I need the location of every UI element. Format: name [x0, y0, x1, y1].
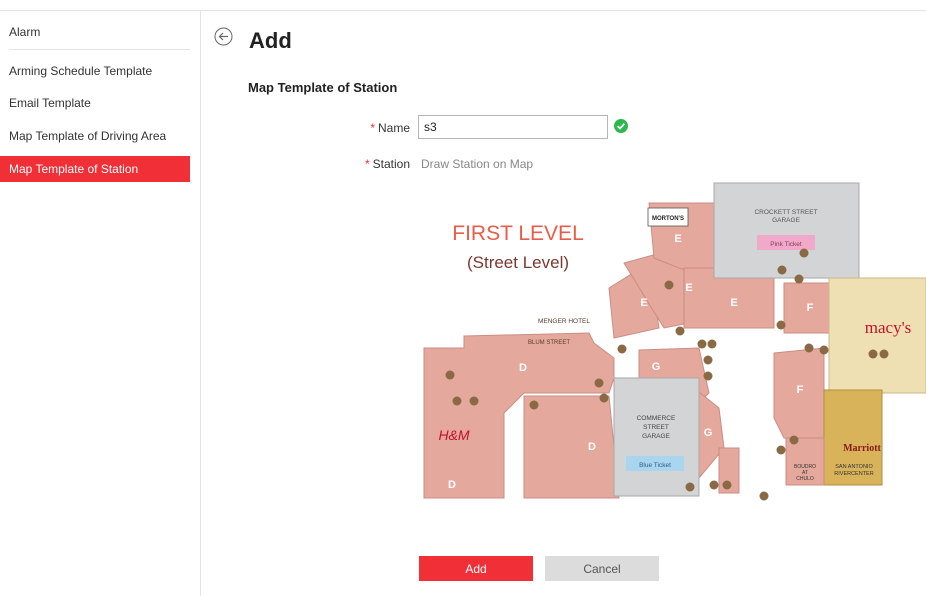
name-label: * Name: [360, 121, 410, 135]
sidebar-item-map-template-driving-area[interactable]: Map Template of Driving Area: [0, 123, 190, 149]
amenity-marker-12: [529, 400, 539, 410]
section-title: Map Template of Station: [248, 80, 398, 95]
add-button[interactable]: Add: [419, 556, 533, 581]
back-arrow-icon[interactable]: [214, 27, 233, 46]
amenity-marker-7: [617, 344, 627, 354]
sidebar-item-arming-schedule-template[interactable]: Arming Schedule Template: [0, 58, 190, 84]
map-blue-ticket: Blue Ticket: [639, 462, 671, 469]
amenity-marker-14: [469, 396, 479, 406]
zone-d-west: D: [448, 479, 456, 491]
map-mortons-label: MORTON'S: [652, 216, 684, 222]
map-pink-ticket: Pink Ticket: [770, 241, 802, 248]
page-title: Add: [249, 28, 292, 53]
crockett-garage: [713, 182, 860, 279]
sidebar-item-map-template-station[interactable]: Map Template of Station: [0, 156, 190, 182]
amenity-marker-5: [697, 339, 707, 349]
amenity-marker-1: [777, 265, 787, 275]
sidebar-item-email-template[interactable]: Email Template: [0, 90, 190, 116]
map-street-level-label: (Street Level): [467, 253, 569, 272]
zone-e-north: E: [674, 233, 681, 245]
map-commerce-line3: GARAGE: [642, 433, 670, 440]
zone-g-east: G: [704, 427, 713, 439]
map-boudro-line3: CHULO: [796, 476, 814, 482]
map-marriott-label: Marriott: [843, 443, 881, 454]
map-commerce-line1: COMMERCE: [637, 415, 676, 422]
map-menger-label: MENGER HOTEL: [538, 318, 590, 325]
amenity-marker-19: [868, 349, 878, 359]
check-valid-icon: [614, 119, 628, 133]
amenity-marker-11: [599, 393, 609, 403]
amenity-marker-16: [804, 343, 814, 353]
amenity-marker-15: [445, 370, 455, 380]
required-mark: *: [364, 157, 370, 171]
amenity-marker-27: [799, 248, 809, 258]
map-first-level-label: FIRST LEVEL: [452, 222, 584, 245]
amenity-marker-22: [789, 435, 799, 445]
amenity-marker-17: [819, 345, 829, 355]
zone-d-center: D: [519, 362, 527, 374]
sidebar-divider: [9, 49, 190, 50]
amenity-marker-6: [707, 339, 717, 349]
zone-f-north: F: [807, 302, 814, 314]
zone-e-west: E: [640, 297, 647, 309]
amenity-marker-23: [709, 480, 719, 490]
station-label: * Station: [345, 157, 410, 171]
amenity-marker-10: [594, 378, 604, 388]
zone-e-east: E: [730, 297, 737, 309]
station-label-text: Station: [372, 157, 410, 171]
name-input[interactable]: [418, 115, 608, 139]
sidebar-title: Alarm: [9, 25, 41, 39]
required-mark: *: [370, 121, 375, 135]
map-macys-label: macy's: [865, 318, 912, 337]
floor-south-section: [523, 395, 620, 499]
zone-e-center: E: [685, 282, 692, 294]
map-crockett-line1: CROCKETT STREET: [754, 209, 817, 216]
amenity-marker-20: [879, 349, 889, 359]
station-hint: Draw Station on Map: [421, 157, 534, 171]
amenity-marker-26: [759, 491, 769, 501]
amenity-marker-4: [675, 326, 685, 336]
zone-f-south: F: [797, 384, 804, 396]
amenity-marker-13: [452, 396, 462, 406]
zone-d-south: D: [588, 441, 596, 453]
map-rivercenter-line1: SAN ANTONIO: [835, 464, 873, 470]
amenity-marker-8: [703, 355, 713, 365]
map-crockett-line2: GARAGE: [772, 217, 800, 224]
map-blum-label: BLUM STREET: [528, 340, 570, 346]
sidebar: Alarm Arming Schedule Template Email Tem…: [0, 11, 201, 596]
amenity-marker-3: [664, 280, 674, 290]
map-hm-label: H&M: [438, 427, 469, 443]
amenity-marker-18: [776, 320, 786, 330]
station-map-canvas[interactable]: FIRST LEVEL (Street Level) MORTON'S CROC…: [414, 178, 926, 510]
amenity-marker-9: [703, 371, 713, 381]
cancel-button[interactable]: Cancel: [545, 556, 659, 581]
zone-g-north: G: [652, 361, 661, 373]
name-label-text: Name: [377, 121, 410, 135]
amenity-marker-25: [685, 482, 695, 492]
amenity-marker-24: [722, 480, 732, 490]
amenity-marker-21: [776, 445, 786, 455]
map-rivercenter-line2: RIVERCENTER: [834, 471, 873, 477]
amenity-marker-2: [794, 274, 804, 284]
map-commerce-line2: STREET: [643, 424, 669, 431]
